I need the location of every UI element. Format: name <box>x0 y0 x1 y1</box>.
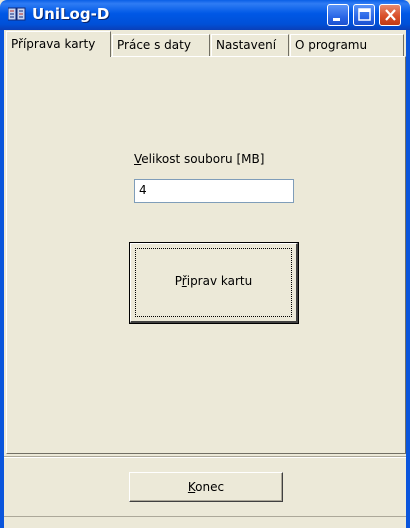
close-icon <box>385 9 396 21</box>
tab-priprava-karty[interactable]: Příprava karty <box>6 31 111 57</box>
prepare-card-label-start: P <box>174 274 182 288</box>
close-window-button[interactable] <box>379 4 401 26</box>
exit-label-text: onec <box>195 480 225 494</box>
window-frame-left <box>0 30 4 528</box>
maximize-button[interactable] <box>353 4 375 26</box>
title-bar[interactable]: UniLog-D <box>0 0 410 30</box>
prepare-card-button-label: Připrav kartu <box>131 274 296 288</box>
file-size-input[interactable]: 4 <box>134 179 294 203</box>
tab-nastaveni[interactable]: Nastavení <box>211 34 289 56</box>
footer-separator-highlight <box>4 457 406 458</box>
exit-button-label: Konec <box>130 480 282 494</box>
prepare-card-button[interactable]: Připrav kartu <box>129 242 299 324</box>
exit-button[interactable]: Konec <box>129 472 283 502</box>
app-icon <box>8 7 26 21</box>
tab-label: Příprava karty <box>11 37 96 51</box>
tab-prace-s-daty[interactable]: Práce s daty <box>112 34 210 56</box>
tab-label: Práce s daty <box>117 38 191 52</box>
file-size-label-text: elikost souboru [MB] <box>141 152 265 166</box>
tab-label: O programu <box>295 38 368 52</box>
file-size-label: Velikost souboru [MB] <box>134 152 264 166</box>
tab-strip: Příprava karty Práce s daty Nastavení O … <box>4 30 406 57</box>
window-frame-right <box>406 30 410 528</box>
window-title: UniLog-D <box>32 5 110 23</box>
file-size-value: 4 <box>139 183 147 197</box>
maximize-icon <box>358 8 371 21</box>
bottom-divider <box>4 516 406 517</box>
tab-o-programu[interactable]: O programu <box>290 34 404 56</box>
tab-label: Nastavení <box>216 38 277 52</box>
minimize-icon <box>333 18 340 21</box>
minimize-button[interactable] <box>327 4 349 26</box>
prepare-card-label-end: iprav kartu <box>186 274 253 288</box>
